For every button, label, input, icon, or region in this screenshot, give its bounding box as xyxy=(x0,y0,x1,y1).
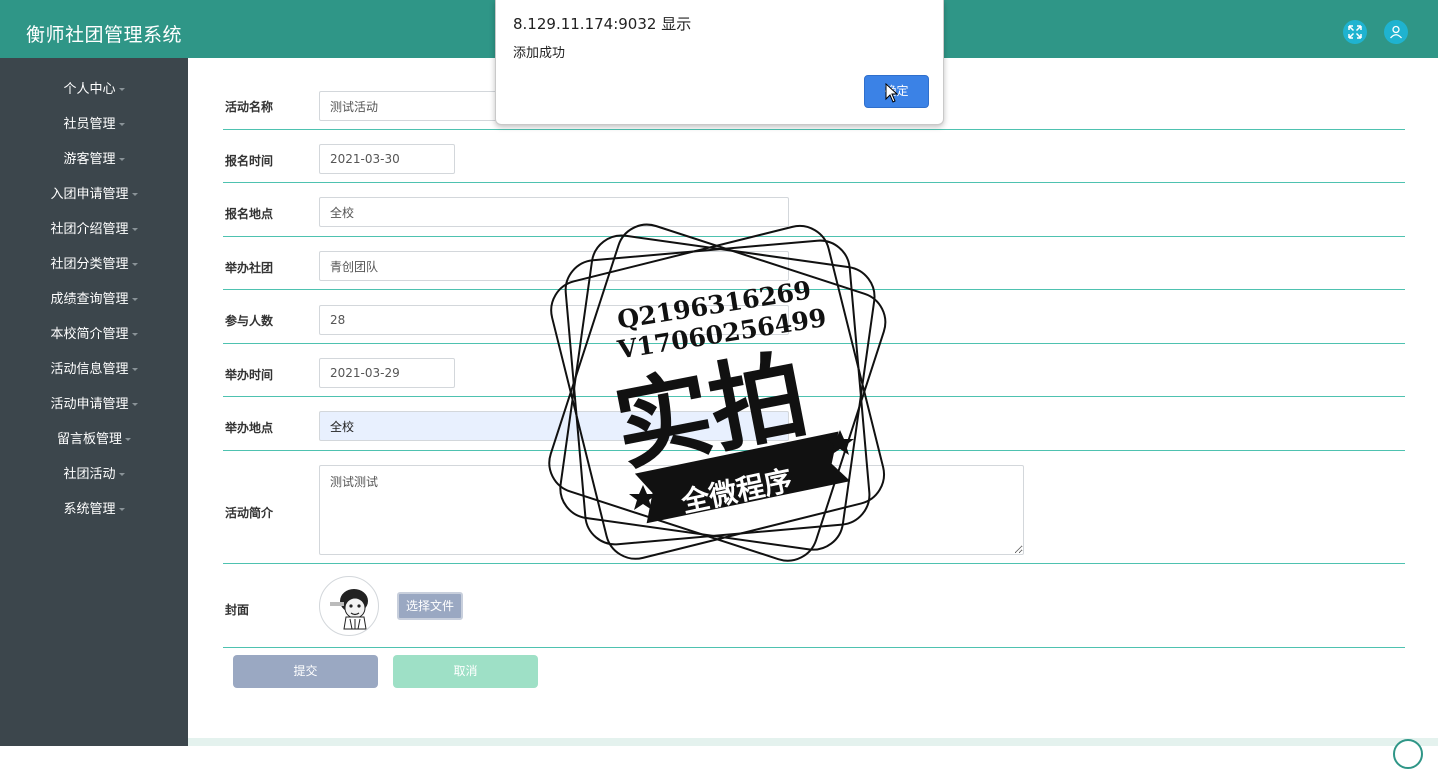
participants-label: 参与人数 xyxy=(225,314,274,328)
sidebar-item-personal-center[interactable]: 个人中心 xyxy=(0,72,188,107)
signup-time-input[interactable] xyxy=(319,144,455,174)
form-row-cover: 封面 选择文件 xyxy=(223,564,1405,648)
sidebar-item-label: 系统管理 xyxy=(63,502,116,517)
caret-down-icon xyxy=(118,158,125,161)
sidebar-item-message-board[interactable]: 留言板管理 xyxy=(0,422,188,457)
host-time-input[interactable] xyxy=(319,358,455,388)
caret-down-icon xyxy=(131,263,138,266)
host-time-label: 举办时间 xyxy=(225,368,274,382)
alert-dialog: 8.129.11.174:9032 显示 添加成功 确定 xyxy=(495,0,944,125)
fullscreen-icon xyxy=(1348,25,1362,39)
sidebar: 个人中心 社员管理 游客管理 入团申请管理 社团介绍管理 社团分类管理 成绩查询… xyxy=(0,58,188,746)
sidebar-item-label: 本校简介管理 xyxy=(50,327,129,342)
sidebar-item-label: 社员管理 xyxy=(63,117,116,132)
intro-label: 活动简介 xyxy=(225,506,274,520)
sidebar-item-club-activity[interactable]: 社团活动 xyxy=(0,457,188,492)
watermark-stamp: Q2196316269 V17060256499 实拍 全微程序 xyxy=(540,215,895,570)
back-to-top-button[interactable] xyxy=(1393,739,1423,769)
sidebar-item-label: 游客管理 xyxy=(63,152,116,167)
sidebar-item-activity-info[interactable]: 活动信息管理 xyxy=(0,352,188,387)
sidebar-item-label: 个人中心 xyxy=(63,82,116,97)
submit-button[interactable]: 提交 xyxy=(233,655,378,688)
caret-down-icon xyxy=(131,298,138,301)
sidebar-item-join-application[interactable]: 入团申请管理 xyxy=(0,177,188,212)
signup-place-label: 报名地点 xyxy=(225,207,274,221)
caret-down-icon xyxy=(118,473,125,476)
choose-file-button[interactable]: 选择文件 xyxy=(397,592,464,620)
sidebar-item-school-intro[interactable]: 本校简介管理 xyxy=(0,317,188,352)
sidebar-item-system-management[interactable]: 系统管理 xyxy=(0,492,188,527)
caret-down-icon xyxy=(131,368,138,371)
sidebar-item-label: 留言板管理 xyxy=(56,432,122,447)
caret-down-icon xyxy=(118,123,125,126)
sidebar-item-member-management[interactable]: 社员管理 xyxy=(0,107,188,142)
caret-down-icon xyxy=(131,193,138,196)
sidebar-item-club-intro[interactable]: 社团介绍管理 xyxy=(0,212,188,247)
form-row-signup-time: 报名时间 xyxy=(223,130,1405,183)
fullscreen-button[interactable] xyxy=(1343,20,1367,44)
dialog-origin-text: 8.129.11.174:9032 显示 xyxy=(513,15,692,33)
dialog-message: 添加成功 xyxy=(513,46,566,61)
sidebar-item-label: 社团活动 xyxy=(63,467,116,482)
cover-label: 封面 xyxy=(225,603,250,617)
cancel-button[interactable]: 取消 xyxy=(393,655,538,688)
sidebar-item-activity-application[interactable]: 活动申请管理 xyxy=(0,387,188,422)
user-icon xyxy=(1390,25,1402,39)
caret-down-icon xyxy=(118,88,125,91)
footer-strip xyxy=(188,738,1438,746)
caret-down-icon xyxy=(118,508,125,511)
host-club-label: 举办社团 xyxy=(225,261,274,275)
cover-preview-image xyxy=(319,576,379,636)
sidebar-item-label: 活动申请管理 xyxy=(50,397,129,412)
cartoon-face-icon xyxy=(330,589,368,630)
host-place-label: 举办地点 xyxy=(225,421,274,435)
activity-name-label: 活动名称 xyxy=(225,100,274,114)
caret-down-icon xyxy=(131,228,138,231)
sidebar-item-label: 入团申请管理 xyxy=(50,187,129,202)
sidebar-item-club-category[interactable]: 社团分类管理 xyxy=(0,247,188,282)
caret-down-icon xyxy=(125,438,131,441)
signup-time-label: 报名时间 xyxy=(225,154,274,168)
sidebar-item-score-query[interactable]: 成绩查询管理 xyxy=(0,282,188,317)
sidebar-item-label: 活动信息管理 xyxy=(50,362,129,377)
caret-down-icon xyxy=(131,403,138,406)
sidebar-item-label: 社团介绍管理 xyxy=(50,222,129,237)
mouse-cursor-icon xyxy=(885,83,899,103)
sidebar-item-visitor-management[interactable]: 游客管理 xyxy=(0,142,188,177)
user-button[interactable] xyxy=(1384,20,1408,44)
sidebar-item-label: 成绩查询管理 xyxy=(50,292,129,307)
stamp-graphic: Q2196316269 V17060256499 实拍 全微程序 xyxy=(548,223,887,562)
app-title: 衡师社团管理系统 xyxy=(26,24,183,46)
sidebar-item-label: 社团分类管理 xyxy=(50,257,129,272)
caret-down-icon xyxy=(131,333,138,336)
